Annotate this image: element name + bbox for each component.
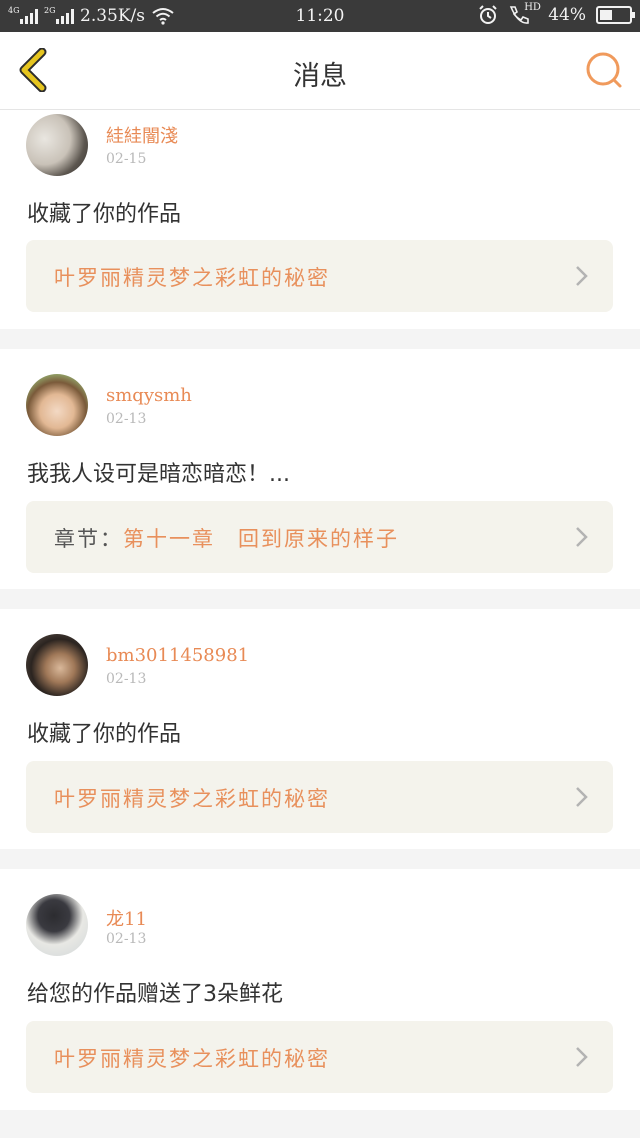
username[interactable]: bm3011458981 [106, 645, 249, 666]
avatar[interactable] [26, 114, 88, 176]
message-card: bm3011458981 02-13 收藏了你的作品 叶罗丽精灵梦之彩虹的秘密 [0, 609, 640, 849]
message-card: smqysmh 02-13 我我人设可是暗恋暗恋！... 章节：第十一章 回到原… [0, 349, 640, 589]
hd-call-icon: HD [508, 2, 541, 25]
username[interactable]: 絓絓闇淺 [106, 122, 178, 148]
work-link[interactable]: 叶罗丽精灵梦之彩虹的秘密 [26, 1021, 613, 1093]
work-link[interactable]: 叶罗丽精灵梦之彩虹的秘密 [26, 761, 613, 833]
message-date: 02-13 [106, 931, 147, 947]
message-card: 龙11 02-13 给您的作品赠送了3朵鲜花 叶罗丽精灵梦之彩虹的秘密 [0, 869, 640, 1110]
message-card: 絓絓闇淺 02-15 收藏了你的作品 叶罗丽精灵梦之彩虹的秘密 [0, 110, 640, 329]
username[interactable]: smqysmh [106, 385, 192, 406]
message-text: 我我人设可是暗恋暗恋！... [27, 462, 290, 487]
work-title: 叶罗丽精灵梦之彩虹的秘密 [54, 787, 330, 811]
message-text: 收藏了你的作品 [27, 202, 182, 227]
alarm-icon [479, 5, 497, 24]
chapter-link[interactable]: 章节：第十一章 回到原来的样子 [26, 501, 613, 573]
chevron-right-icon [576, 1047, 588, 1067]
chevron-right-icon [576, 787, 588, 807]
message-text: 收藏了你的作品 [27, 722, 182, 747]
battery-percent: 44% [548, 5, 586, 25]
work-link[interactable]: 叶罗丽精灵梦之彩虹的秘密 [26, 240, 613, 312]
chevron-right-icon [576, 527, 588, 547]
app-header: 消息 [0, 32, 640, 110]
page-title: 消息 [293, 61, 347, 92]
work-title: 叶罗丽精灵梦之彩虹的秘密 [54, 266, 330, 290]
search-icon[interactable] [584, 50, 624, 90]
message-date: 02-13 [106, 411, 147, 427]
chapter-title: 章节：第十一章 回到原来的样子 [54, 527, 399, 551]
message-date: 02-15 [106, 151, 147, 167]
message-date: 02-13 [106, 671, 147, 687]
work-title: 叶罗丽精灵梦之彩虹的秘密 [54, 1047, 330, 1071]
username[interactable]: 龙11 [106, 905, 147, 931]
avatar[interactable] [26, 634, 88, 696]
status-bar: 4G 2G 2.35K/s 11:20 HD 44% [0, 0, 640, 32]
chevron-right-icon [576, 266, 588, 286]
battery-icon [596, 6, 635, 24]
avatar[interactable] [26, 374, 88, 436]
message-text: 给您的作品赠送了3朵鲜花 [27, 982, 283, 1007]
avatar[interactable] [26, 894, 88, 956]
